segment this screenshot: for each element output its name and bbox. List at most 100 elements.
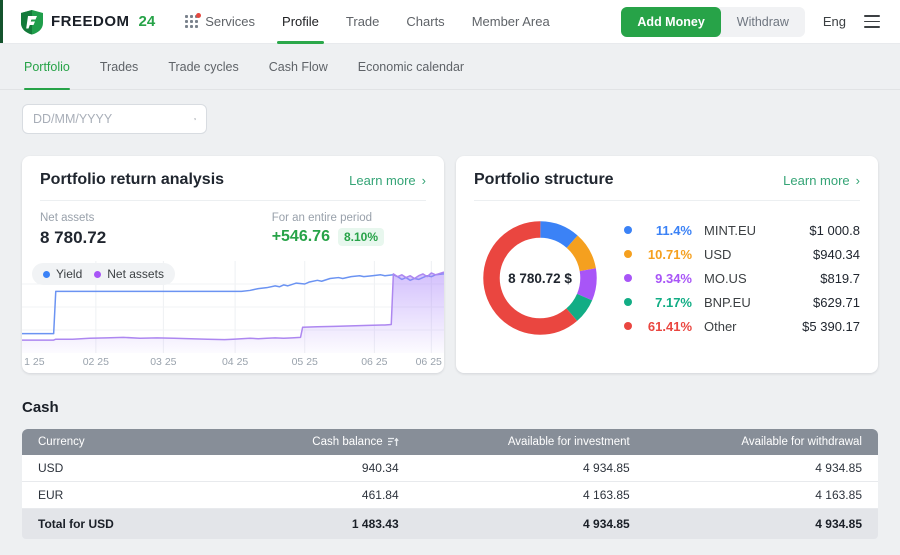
- notification-dot: [196, 13, 202, 18]
- chevron-right-icon: ›: [855, 172, 860, 188]
- nav-item-charts[interactable]: Charts: [406, 0, 444, 43]
- date-input[interactable]: [33, 112, 194, 126]
- structure-legend-row-usd[interactable]: 10.71% USD $940.34: [624, 247, 860, 262]
- cash-row-usd[interactable]: USD 940.34 4 934.85 4 934.85: [22, 455, 878, 482]
- structure-legend-row-mo-us[interactable]: 9.34% MO.US $819.7: [624, 271, 860, 286]
- cell-currency: USD: [38, 461, 64, 475]
- x-tick: 04 25: [221, 356, 249, 368]
- top-navigation-bar: FREEDOM 24 Services Profile Trade Charts Mem…: [0, 0, 900, 44]
- legend-ticker: Other: [704, 318, 737, 334]
- total-withdrawal: 4 934.85: [815, 517, 862, 531]
- period-block: For an entire period +546.76 8.10%: [272, 212, 384, 248]
- nav-item-label: Charts: [406, 14, 445, 29]
- learn-more-label: Learn more: [349, 172, 416, 188]
- language-selector[interactable]: Eng: [823, 14, 846, 29]
- nav-item-label: Member Area: [471, 14, 550, 29]
- total-investment: 4 934.85: [583, 517, 630, 531]
- sort-icon[interactable]: [387, 437, 399, 447]
- col-cash-balance-label: Cash balance: [312, 436, 383, 448]
- brand-name: FREEDOM: [51, 13, 130, 30]
- money-actions-group: Add Money Withdraw: [621, 6, 805, 37]
- portfolio-structure-card: Portfolio structure Learn more › 8 780.7…: [456, 156, 878, 373]
- tab-economic-calendar[interactable]: Economic calendar: [358, 44, 464, 89]
- date-input-box[interactable]: [22, 104, 207, 134]
- add-money-button[interactable]: Add Money: [621, 6, 721, 37]
- cell-withdrawal: 4 163.85: [815, 488, 862, 502]
- x-tick: 05 25: [291, 356, 318, 368]
- cash-section: Cash Currency Cash balance Available for…: [0, 399, 900, 539]
- x-tick: 06 25: [361, 356, 388, 368]
- apps-grid-icon: [185, 13, 202, 28]
- net-assets-label: Net assets: [40, 212, 95, 224]
- x-tick: 02 25: [82, 356, 109, 368]
- cash-table: Currency Cash balance Available for inve…: [22, 429, 878, 539]
- legend-percent: 10.71%: [647, 246, 692, 262]
- return-learn-more-link[interactable]: Learn more ›: [349, 173, 426, 188]
- main-nav: Services Profile Trade Charts Member Area: [185, 0, 550, 44]
- legend-label: Yield: [56, 267, 83, 281]
- cash-row-eur[interactable]: EUR 461.84 4 163.85 4 163.85: [22, 482, 878, 509]
- legend-ticker: MO.US: [704, 270, 747, 286]
- period-change-value: +546.76: [271, 228, 330, 245]
- withdraw-button[interactable]: Withdraw: [721, 7, 805, 37]
- donut-chart[interactable]: 8 780.72 $: [476, 214, 604, 342]
- tab-trade-cycles[interactable]: Trade cycles: [168, 44, 238, 89]
- legend-value: $819.7: [820, 270, 860, 286]
- shield-logo-icon: [21, 9, 43, 34]
- window-edge: [0, 0, 3, 43]
- cards-row: Portfolio return analysis Learn more › N…: [0, 156, 900, 373]
- tab-cash-flow[interactable]: Cash Flow: [269, 44, 328, 89]
- legend-dot-other: [624, 322, 632, 330]
- legend-dot-mint-eu: [624, 226, 632, 234]
- structure-legend: 11.4% MINT.EU $1 000.8 10.71% USD $940.34 9.34…: [624, 223, 860, 334]
- legend-percent: 7.17%: [655, 294, 692, 310]
- structure-legend-row-bnp-eu[interactable]: 7.17% BNP.EU $629.71: [624, 295, 860, 310]
- structure-learn-more-link[interactable]: Learn more ›: [783, 173, 860, 188]
- freedom24-logo[interactable]: FREEDOM 24: [20, 9, 155, 35]
- chevron-right-icon: ›: [421, 172, 426, 188]
- tab-portfolio[interactable]: Portfolio: [24, 44, 70, 90]
- legend-ticker: USD: [704, 246, 732, 262]
- return-card-header: Portfolio return analysis Learn more ›: [40, 156, 426, 201]
- legend-value: $940.34: [813, 246, 860, 262]
- nav-item-profile[interactable]: Profile: [277, 0, 324, 44]
- total-label: Total for USD: [38, 517, 114, 531]
- structure-legend-row-mint-eu[interactable]: 11.4% MINT.EU $1 000.8: [624, 223, 860, 238]
- date-filter-row: [0, 90, 900, 134]
- legend-dot-net-assets: [94, 270, 102, 278]
- nav-item-services[interactable]: Services: [185, 0, 255, 43]
- portfolio-tabs: Portfolio Trades Trade cycles Cash Flow Econ…: [0, 44, 900, 90]
- legend-value: $1 000.8: [809, 222, 860, 238]
- nav-item-member-area[interactable]: Member Area: [472, 0, 550, 43]
- legend-percent: 9.34%: [655, 270, 692, 286]
- cell-investment: 4 163.85: [583, 488, 630, 502]
- return-card-title: Portfolio return analysis: [40, 171, 225, 188]
- col-currency: Currency: [38, 436, 85, 448]
- x-tick: 06 25: [415, 356, 442, 368]
- return-chart[interactable]: Yield Net assets 1 25 02 25 03 25 04 25 05 25…: [22, 261, 444, 373]
- hamburger-menu-icon[interactable]: [864, 12, 880, 30]
- legend-item-net-assets: Net assets: [94, 267, 164, 281]
- cell-balance: 461.84: [361, 488, 399, 502]
- structure-card-header: Portfolio structure Learn more ›: [474, 156, 860, 201]
- calendar-icon[interactable]: [194, 112, 196, 126]
- legend-item-yield: Yield: [43, 267, 82, 281]
- cash-section-title: Cash: [22, 399, 59, 416]
- legend-ticker: BNP.EU: [704, 294, 751, 310]
- legend-percent: 11.4%: [655, 222, 692, 238]
- x-tick: 1 25: [24, 356, 45, 368]
- net-assets-block: Net assets 8 780.72: [40, 212, 106, 248]
- legend-dot-usd: [624, 250, 632, 258]
- portfolio-return-card: Portfolio return analysis Learn more › N…: [22, 156, 444, 373]
- nav-item-trade[interactable]: Trade: [346, 0, 379, 43]
- cell-investment: 4 934.85: [583, 461, 630, 475]
- structure-body: 8 780.72 $ 11.4% MINT.EU $1 000.8 10.71% USD…: [456, 201, 878, 342]
- nav-item-label: Services: [205, 14, 256, 29]
- donut-center-value: 8 780.72 $: [508, 270, 572, 286]
- col-available-withdrawal: Available for withdrawal: [741, 436, 862, 448]
- col-cash-balance[interactable]: Cash balance: [245, 436, 399, 448]
- total-balance: 1 483.43: [351, 517, 399, 531]
- structure-legend-row-other[interactable]: 61.41% Other $5 390.17: [624, 319, 860, 334]
- legend-dot-bnp-eu: [624, 298, 632, 306]
- tab-trades[interactable]: Trades: [100, 44, 138, 89]
